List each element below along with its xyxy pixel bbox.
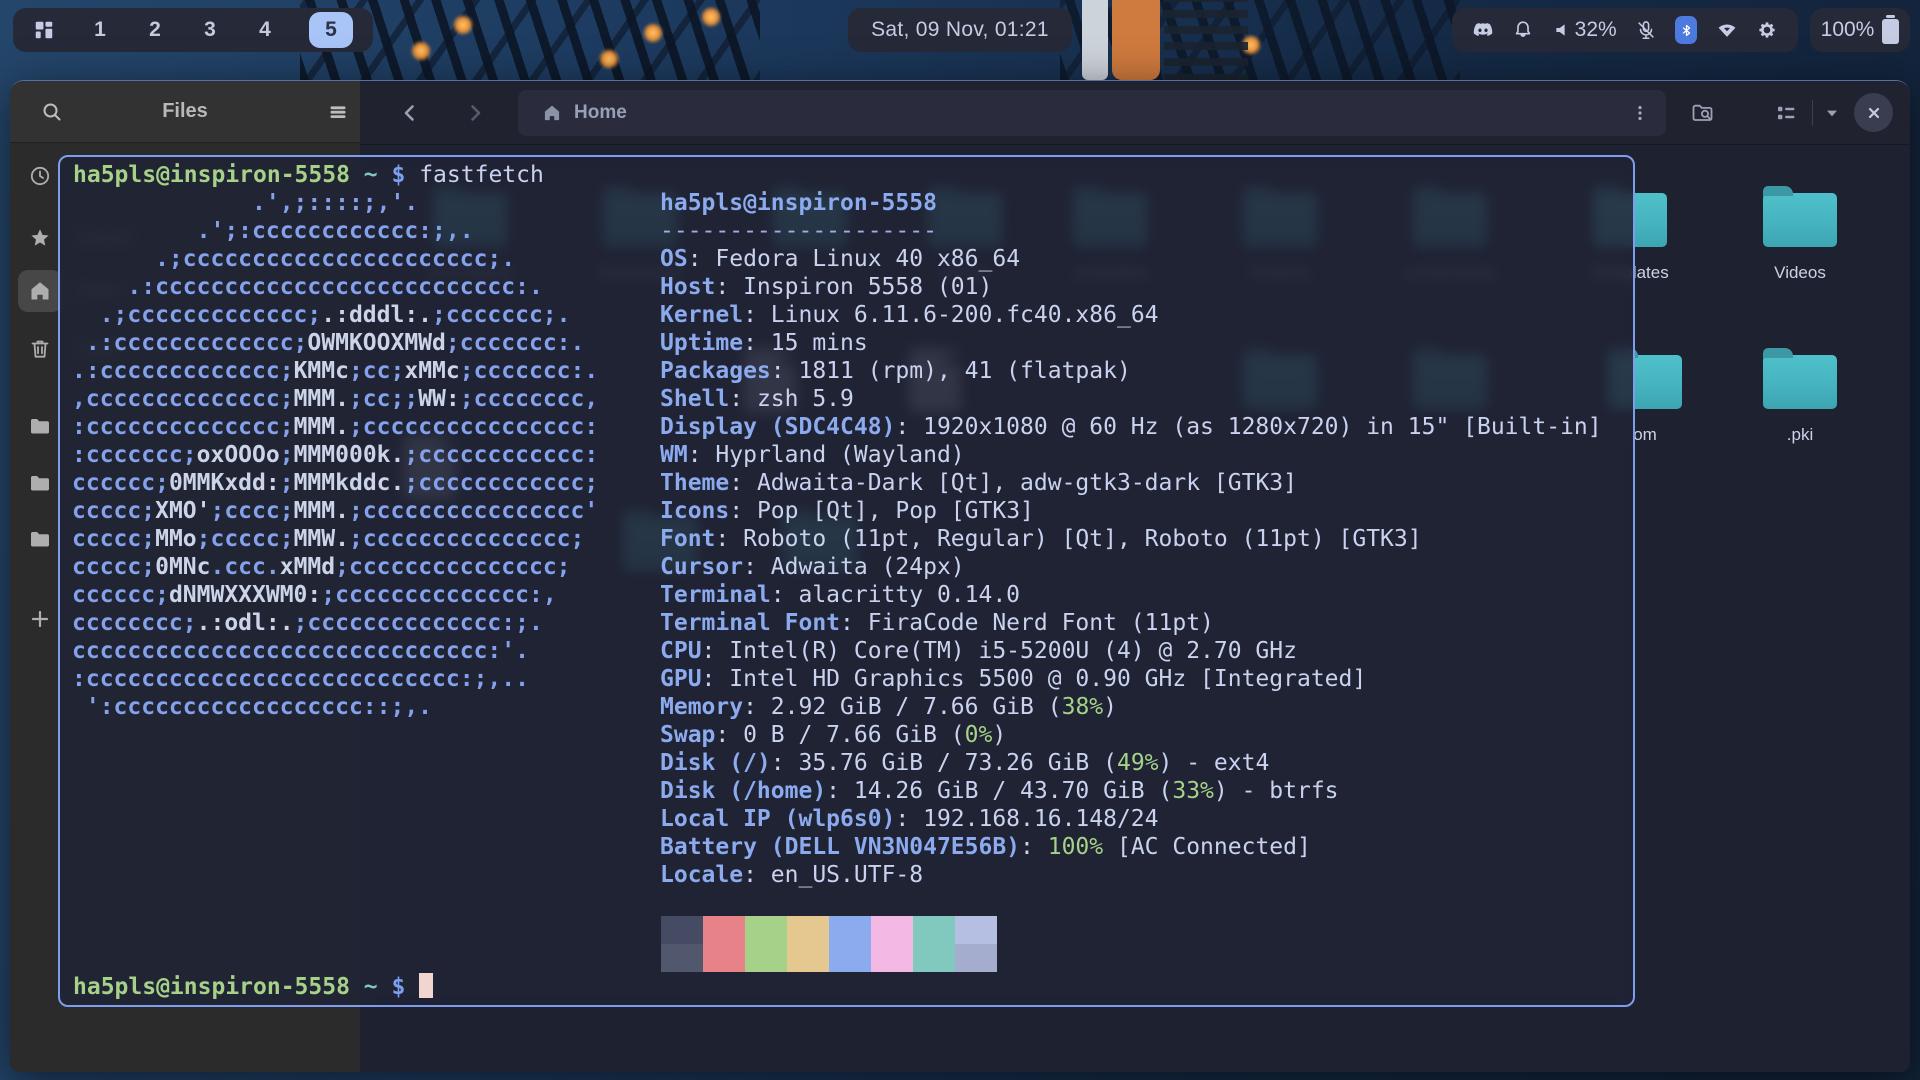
tower-light	[700, 6, 722, 28]
breadcrumb[interactable]: Home	[518, 90, 1666, 136]
clock-pill[interactable]: Sat, 09 Nov, 01:21	[848, 8, 1072, 52]
rocket-booster	[1082, 0, 1108, 80]
tower-light	[410, 40, 432, 62]
sidebar-plus-icon[interactable]	[28, 607, 52, 631]
folder-item-Videos[interactable]: Videos	[1734, 186, 1866, 283]
fastfetch-info: ha5pls@inspiron-5558 -------------------…	[660, 189, 1602, 889]
tower-light	[598, 48, 620, 70]
sidebar-trash-icon[interactable]	[28, 337, 52, 361]
back-button[interactable]	[398, 101, 422, 125]
notifications-bell-icon[interactable]	[1512, 19, 1534, 41]
palette-row-1	[661, 916, 997, 944]
app-title: Files	[10, 100, 360, 123]
list-view-icon[interactable]	[1774, 101, 1798, 125]
volume-percent: 32%	[1575, 18, 1617, 42]
sidebar-star-icon[interactable]	[28, 226, 52, 250]
hamburger-menu-icon[interactable]	[326, 100, 350, 124]
workspace-button-4[interactable]: 4	[254, 18, 276, 42]
folder-icon	[1763, 193, 1837, 247]
fedora-ascii-logo: .',;::::;,'. .';:cccccccccccc:;,. .;cccc…	[72, 189, 598, 721]
tower-light	[642, 22, 664, 44]
palette-row-2	[661, 944, 997, 972]
workspace-button-5[interactable]: 5	[309, 12, 353, 48]
sidebar-folder-icon[interactable]	[28, 471, 52, 495]
tower-light	[452, 14, 474, 36]
volume-indicator[interactable]: 32%	[1553, 18, 1617, 42]
system-tray-pill: 32%	[1452, 8, 1798, 52]
workspace-button-3[interactable]: 3	[199, 18, 221, 42]
terminal-prompt-line: ha5pls@inspiron-5558 ~ $	[73, 973, 433, 1001]
files-toolbar: Home	[360, 81, 1910, 145]
sidebar-clock-icon[interactable]	[28, 164, 52, 188]
discord-icon[interactable]	[1472, 19, 1494, 41]
item-label: Videos	[1734, 263, 1866, 283]
rocket-launch-tower	[1164, 0, 1248, 82]
view-toggle-divider	[1812, 100, 1813, 126]
terminal-window[interactable]: ha5pls@inspiron-5558 ~ $ fastfetch .',;:…	[58, 155, 1635, 1007]
bluetooth-icon[interactable]	[1675, 16, 1697, 44]
clock: Sat, 09 Nov, 01:21	[871, 18, 1049, 42]
terminal-color-palette	[661, 916, 997, 972]
sidebar-header: Files	[10, 81, 360, 143]
sidebar-folder-icon[interactable]	[28, 527, 52, 551]
workspace-switcher: 1 2 3 4 5	[89, 12, 353, 48]
terminal-cursor	[419, 973, 433, 998]
wifi-icon[interactable]	[1716, 19, 1738, 41]
settings-gear-icon[interactable]	[1756, 19, 1778, 41]
battery-icon	[1882, 19, 1899, 44]
close-button[interactable]	[1854, 93, 1893, 132]
workspaces-pill: 1 2 3 4 5	[13, 8, 373, 52]
app-launcher-icon[interactable]	[33, 19, 55, 41]
view-caret-icon[interactable]	[1822, 101, 1842, 125]
folder-icon	[1763, 355, 1837, 409]
volume-speaker-icon	[1553, 19, 1571, 41]
kebab-menu-icon[interactable]	[1630, 103, 1650, 123]
sidebar-home-icon[interactable]	[28, 279, 52, 303]
breadcrumb-location: Home	[574, 102, 627, 124]
workspace-button-2[interactable]: 2	[144, 18, 166, 42]
home-icon	[542, 103, 562, 123]
workspace-button-1[interactable]: 1	[89, 18, 111, 42]
rocket-fuel-tank	[1112, 0, 1160, 80]
sidebar-folder-icon[interactable]	[28, 414, 52, 438]
forward-button[interactable]	[463, 101, 487, 125]
folder-search-icon[interactable]	[1690, 101, 1717, 125]
battery-pill[interactable]: 100%	[1810, 8, 1910, 52]
microphone-muted-icon[interactable]	[1635, 19, 1657, 41]
terminal-prompt-line: ha5pls@inspiron-5558 ~ $ fastfetch	[73, 161, 544, 189]
item-label: .pki	[1734, 425, 1866, 445]
battery-percent: 100%	[1821, 18, 1875, 42]
folder-item-.pki[interactable]: .pki	[1734, 348, 1866, 445]
